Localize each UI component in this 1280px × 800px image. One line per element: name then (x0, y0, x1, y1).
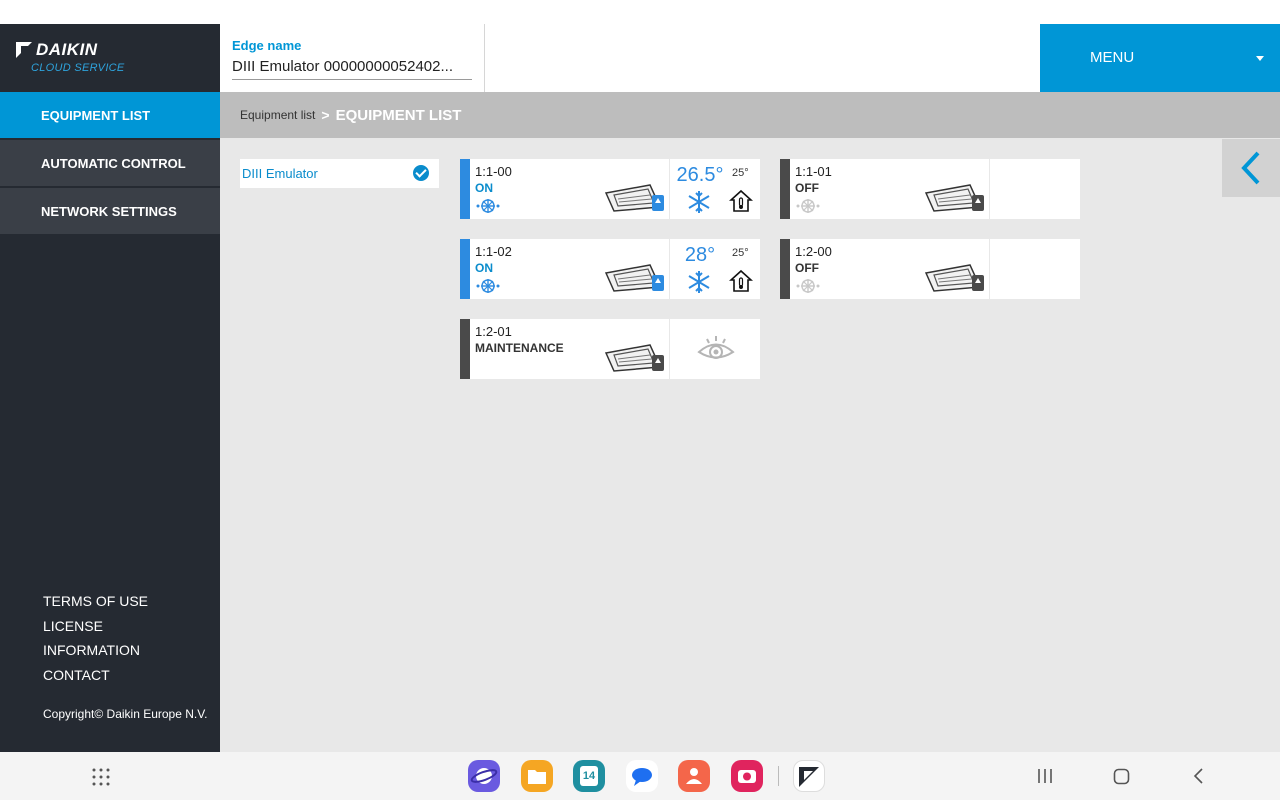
edge-name-label: Edge name (232, 38, 302, 53)
edge-list-item[interactable]: DIII Emulator (240, 159, 439, 188)
sidebar-item-automatic-control[interactable]: AUTOMATIC CONTROL (0, 140, 220, 186)
unit-status: ON (475, 261, 493, 275)
card-divider (989, 239, 990, 299)
eye-icon (697, 336, 735, 359)
my-files-icon[interactable] (521, 760, 553, 792)
snowflake-icon (688, 191, 710, 213)
brand-subtitle: CLOUD SERVICE (31, 62, 125, 74)
back-icon[interactable] (1192, 767, 1206, 785)
header-divider (484, 24, 485, 92)
unit-card[interactable]: 1:1-02 ON 28° 25° (460, 239, 760, 299)
daikin-logo: DAIKIN (16, 40, 98, 60)
room-thermometer-icon (729, 189, 753, 212)
folder-glyph-icon (528, 770, 546, 784)
menu-label: MENU (1090, 49, 1135, 66)
unit-card[interactable]: 1:2-01 MAINTENANCE (460, 319, 760, 379)
unit-id: 1:1-02 (475, 244, 512, 259)
room-temperature: 25° (732, 247, 749, 259)
daikin-logo-mark-icon (16, 42, 32, 58)
card-divider (669, 159, 670, 219)
app-drawer-icon[interactable] (91, 767, 111, 787)
sidebar-item-network-settings[interactable]: NETWORK SETTINGS (0, 188, 220, 234)
status-bar (460, 159, 470, 219)
unit-status: OFF (795, 181, 819, 195)
status-bar (460, 239, 470, 299)
chevron-left-icon (1241, 151, 1260, 185)
camera-glyph-icon (738, 770, 756, 783)
cassette-unit-icon (604, 184, 664, 212)
room-temperature: 25° (732, 167, 749, 179)
cooling-mode-icon (476, 199, 500, 213)
daikin-app-icon[interactable] (793, 760, 825, 792)
taskbar-divider (778, 766, 779, 786)
messages-icon[interactable] (626, 760, 658, 792)
cooling-mode-icon (796, 279, 820, 293)
sidebar: EQUIPMENT LIST AUTOMATIC CONTROL NETWORK… (0, 92, 220, 752)
calendar-day: 14 (580, 766, 598, 786)
setpoint-temperature: 26.5° (676, 164, 724, 186)
contact-link[interactable]: CONTACT (43, 667, 110, 683)
card-divider (669, 319, 670, 379)
cassette-unit-icon (924, 264, 984, 292)
information-link[interactable]: INFORMATION (43, 642, 140, 658)
daikin-mark-icon (799, 767, 819, 787)
unit-id: 1:2-00 (795, 244, 832, 259)
cooling-mode-icon (476, 279, 500, 293)
unit-id: 1:1-01 (795, 164, 832, 179)
check-circle-icon (413, 165, 429, 181)
unit-status: OFF (795, 261, 819, 275)
setpoint-temperature: 28° (684, 244, 716, 266)
room-thermometer-icon (729, 269, 753, 292)
person-glyph-icon (686, 768, 702, 784)
menu-button[interactable]: MENU (1040, 24, 1280, 92)
status-bar (780, 159, 790, 219)
unit-id: 1:2-01 (475, 324, 512, 339)
brand-name: DAIKIN (36, 40, 98, 59)
internet-browser-icon[interactable] (468, 760, 500, 792)
snowflake-icon (688, 271, 710, 293)
status-bar (460, 319, 470, 379)
edge-list-item-label: DIII Emulator (242, 166, 318, 181)
contacts-icon[interactable] (678, 760, 710, 792)
card-divider (989, 159, 990, 219)
home-icon[interactable] (1113, 768, 1130, 785)
planet-glyph-icon (470, 768, 498, 784)
unit-status: MAINTENANCE (475, 341, 564, 355)
edge-name-field[interactable]: DIII Emulator 00000000052402... (232, 58, 472, 80)
breadcrumb-separator: > (321, 107, 330, 123)
unit-id: 1:1-00 (475, 164, 512, 179)
terms-of-use-link[interactable]: TERMS OF USE (43, 593, 148, 609)
cassette-unit-icon (924, 184, 984, 212)
cassette-unit-icon (604, 344, 664, 372)
card-divider (669, 239, 670, 299)
unit-card[interactable]: 1:2-00 OFF (780, 239, 1080, 299)
copyright-text: Copyright© Daikin Europe N.V. (43, 707, 208, 721)
sidebar-item-equipment-list[interactable]: EQUIPMENT LIST (0, 92, 220, 138)
license-link[interactable]: LICENSE (43, 618, 103, 634)
chevron-down-icon (1256, 56, 1264, 61)
page-title: EQUIPMENT LIST (335, 106, 462, 124)
breadcrumb-parent[interactable]: Equipment list (240, 108, 315, 122)
cassette-unit-icon (604, 264, 664, 292)
camera-icon[interactable] (731, 760, 763, 792)
status-bar (780, 239, 790, 299)
collapse-panel-button[interactable] (1222, 139, 1280, 197)
chat-bubble-icon (632, 768, 652, 786)
breadcrumb: Equipment list > EQUIPMENT LIST (220, 92, 1280, 138)
recent-apps-icon[interactable] (1036, 768, 1054, 784)
cooling-mode-icon (796, 199, 820, 213)
unit-status: ON (475, 181, 493, 195)
unit-card[interactable]: 1:1-00 ON 26.5° 25° (460, 159, 760, 219)
calendar-icon[interactable]: 14 (573, 760, 605, 792)
unit-card[interactable]: 1:1-01 OFF (780, 159, 1080, 219)
